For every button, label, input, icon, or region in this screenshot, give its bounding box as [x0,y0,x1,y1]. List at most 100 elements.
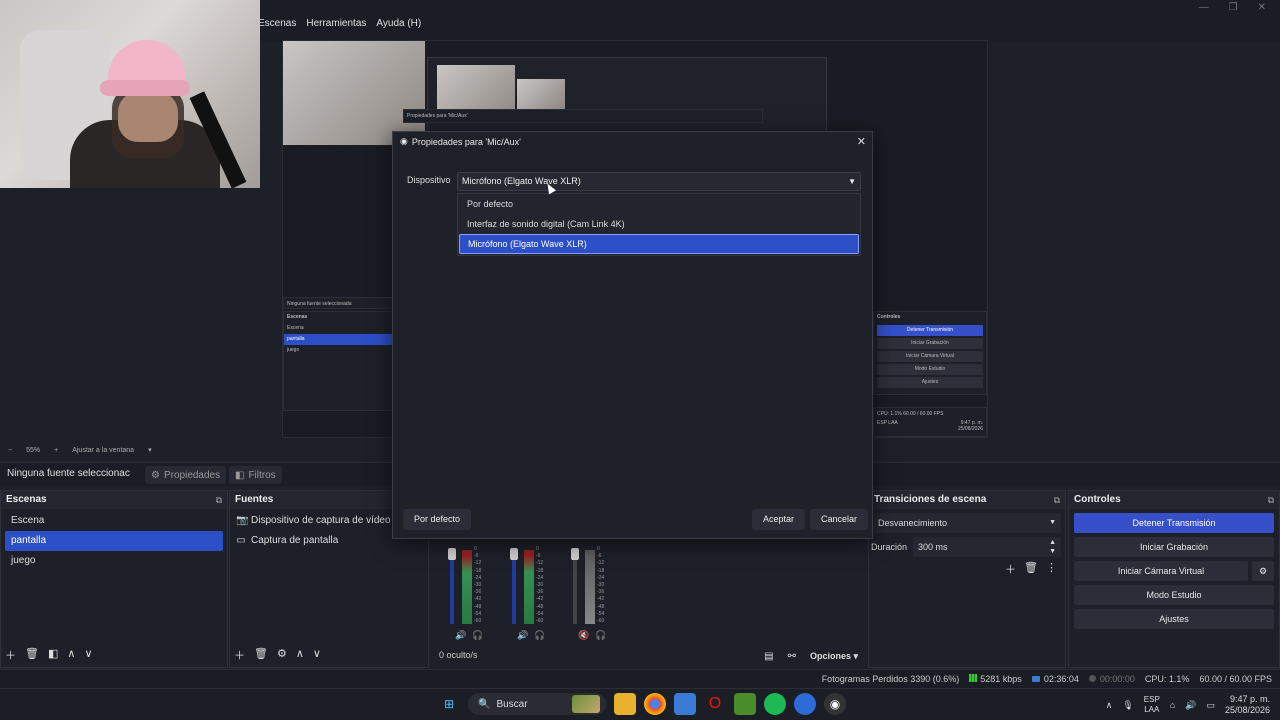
zoom-out-button[interactable]: − [8,447,12,454]
duration-input[interactable]: 300 ms ▲ ▼ [913,537,1061,557]
device-select[interactable]: Micrófono (Elgato Wave XLR) ▼ [457,172,861,191]
spinner-icon[interactable]: ▲ ▼ [1049,538,1056,556]
headphones-icon[interactable]: 🎧 [534,630,545,641]
minecraft-icon[interactable] [734,693,756,715]
windows-icon[interactable]: ⊞ [438,693,460,715]
plus-icon[interactable]: ＋ [1005,561,1016,577]
filter-icon[interactable]: ◧ [48,647,58,663]
obs-window: Escenas Herramientas Ayuda (H) — ❐ ✕ Pro… [0,0,1280,720]
microphone-icon[interactable]: 🎙 [1122,700,1133,711]
down-icon[interactable]: ∨ [84,647,92,663]
trash-icon[interactable]: 🗑 [25,647,39,663]
volume-icon[interactable]: 🔊 [1185,700,1196,711]
gear-icon[interactable]: ⚙ [277,647,287,663]
properties-dialog: ◉ Propiedades para 'Mic/Aux' ✕ Dispositi… [392,131,873,539]
speaker-icon[interactable]: 🔊 [517,630,528,641]
battery-icon[interactable]: ▭ [1206,700,1215,711]
file-explorer-icon[interactable] [614,693,636,715]
volume-slider[interactable] [510,548,518,560]
preview-mini-control: Detener Transmisión [877,325,983,336]
plus-icon[interactable]: ＋ [5,647,16,663]
options-button[interactable]: Opciones ▾ [810,651,858,662]
undock-icon[interactable]: ⧉ [216,491,222,509]
properties-button[interactable]: ⚙ Propiedades [145,466,227,484]
chevron-down-icon[interactable]: ▾ [148,446,152,454]
undock-icon[interactable]: ⧉ [1268,491,1274,509]
meter-scale-tick: -54 [536,610,544,617]
up-icon[interactable]: ∧ [296,647,304,663]
stop-stream-button[interactable]: Detener Transmisión [1074,513,1274,533]
preview-mini-status-text: CPU: 1.1% 60.00 / 60.00 FPS [877,411,944,417]
obs-icon[interactable]: ◉ [824,693,846,715]
camera-icon: 📷 [236,515,249,526]
meter-scale-tick: -48 [474,603,482,610]
preview-mini-scene: Escena [287,325,304,331]
accept-button[interactable]: Aceptar [752,509,806,530]
fps: 60.00 / 60.00 FPS [1199,674,1272,684]
scene-item[interactable]: Escena [5,511,223,531]
vu-meter [462,550,472,624]
start-virtual-camera-button[interactable]: Iniciar Cámara Virtual [1074,561,1248,581]
device-option[interactable]: Interfaz de sonido digital (Cam Link 4K) [459,214,859,234]
menu-help[interactable]: Ayuda (H) [376,18,421,29]
trash-icon[interactable]: 🗑 [1024,561,1038,577]
preview-mini-control: Modo Estudio [877,364,983,375]
speaker-muted-icon[interactable]: 🔇 [578,630,589,641]
maximize-icon[interactable]: ❐ [1229,2,1238,13]
close-window-icon[interactable]: ✕ [1258,2,1266,13]
preview-mini-date: 25/08/2026 [957,426,983,432]
up-icon[interactable]: ∧ [67,647,75,663]
down-icon[interactable]: ∨ [313,647,321,663]
meter-scale-tick: -60 [536,618,544,625]
stream-icon [1031,676,1040,682]
spotify-icon[interactable] [764,693,786,715]
link-icon[interactable]: ⚯ [788,651,796,662]
meter-scale: 0 -6 -12 -18 -24 -30 -36 -42 -48 -54 -60 [474,546,481,625]
layout-icon[interactable]: ▤ [764,651,773,662]
undock-icon[interactable]: ⧉ [1054,491,1060,509]
gear-icon[interactable]: ⚙ [1252,561,1274,581]
transition-type-select[interactable]: Desvanecimiento ▼ [873,513,1061,533]
chrome-icon[interactable] [644,693,666,715]
volume-slider[interactable] [571,548,579,560]
volume-slider-track [573,550,577,624]
scene-item[interactable]: juego [5,551,223,571]
person-hat-brim [100,80,190,96]
opera-icon[interactable]: O [704,693,726,715]
start-recording-button[interactable]: Iniciar Grabación [1074,537,1274,557]
clock[interactable]: 9:47 p. m. 25/08/2026 [1225,694,1270,716]
taskbar-search[interactable]: 🔍 Buscar [468,693,606,715]
device-option[interactable]: Micrófono (Elgato Wave XLR) [459,234,859,254]
cancel-button[interactable]: Cancelar [810,509,869,530]
person-face [118,92,178,142]
zoom-in-button[interactable]: + [54,447,58,454]
more-icon[interactable]: ⋮ [1046,561,1057,577]
app-icon[interactable] [794,693,816,715]
speaker-icon[interactable]: 🔊 [455,630,466,641]
language-indicator[interactable]: ESP LAA [1144,695,1160,715]
menu-scenes[interactable]: Escenas [258,18,296,29]
defaults-button[interactable]: Por defecto [403,509,472,530]
device-option[interactable]: Por defecto [459,194,859,214]
plus-icon[interactable]: ＋ [234,647,245,663]
scene-item[interactable]: pantalla [5,531,223,551]
preview-mini-control: Iniciar Grabación [877,338,983,349]
settings-button[interactable]: Ajustes [1074,609,1274,629]
headphones-icon[interactable]: 🎧 [472,630,483,641]
minimize-icon[interactable]: — [1199,2,1209,13]
audio-meter: 0 -6 -12 -18 -24 -30 -36 -42 -48 -54 -60 [510,546,543,626]
trash-icon[interactable]: 🗑 [254,647,268,663]
fit-window-label[interactable]: Ajustar a la ventana [72,447,134,454]
close-icon[interactable]: ✕ [857,135,866,148]
network-icon[interactable]: ⌂ [1170,700,1175,710]
duration-label: Duración [871,542,908,552]
chevron-up-icon[interactable]: ∧ [1106,700,1113,711]
store-icon[interactable] [674,693,696,715]
meter-scale-tick: -6 [597,553,602,560]
menu-tools[interactable]: Herramientas [306,18,366,29]
headphones-icon[interactable]: 🎧 [595,630,606,641]
volume-slider-track [512,550,516,624]
filters-button[interactable]: ◧ Filtros [229,466,282,484]
volume-slider[interactable] [448,548,456,560]
studio-mode-button[interactable]: Modo Estudio [1074,585,1274,605]
